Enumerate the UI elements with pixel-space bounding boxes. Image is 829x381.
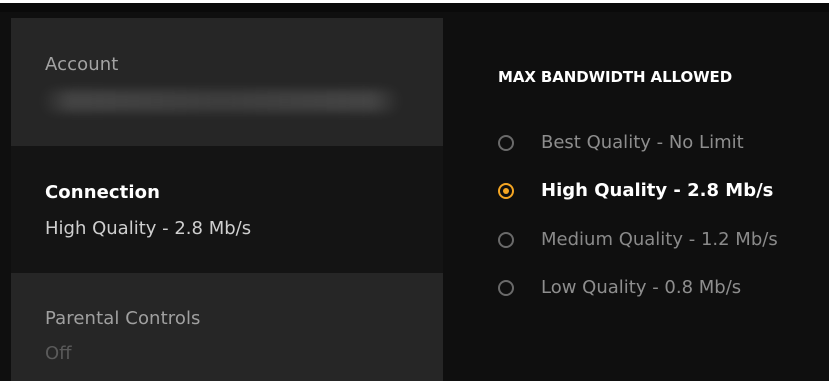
sidebar-item-label: Connection — [45, 182, 161, 203]
sidebar-item-label: Parental Controls — [45, 308, 201, 329]
sidebar-item-account[interactable]: Account — [11, 18, 443, 146]
radio-button-icon[interactable] — [498, 232, 514, 248]
sidebar-item-connection[interactable]: Connection High Quality - 2.8 Mb/s — [11, 146, 443, 273]
settings-sidebar: Account Connection High Quality - 2.8 Mb… — [11, 18, 443, 381]
radio-button-selected-icon[interactable] — [498, 183, 514, 199]
bandwidth-panel: MAX BANDWIDTH ALLOWED Best Quality - No … — [443, 18, 829, 381]
top-bar — [0, 0, 829, 12]
radio-option-high-quality[interactable]: High Quality - 2.8 Mb/s — [498, 180, 828, 206]
sidebar-item-label: Account — [45, 54, 119, 75]
radio-option-label: High Quality - 2.8 Mb/s — [541, 180, 774, 201]
radio-option-label: Low Quality - 0.8 Mb/s — [541, 277, 742, 298]
radio-button-icon[interactable] — [498, 280, 514, 296]
panel-heading: MAX BANDWIDTH ALLOWED — [498, 68, 733, 86]
sidebar-item-parental-controls[interactable]: Parental Controls Off — [11, 273, 443, 381]
account-email-blurred — [41, 90, 401, 112]
sidebar-item-value: Off — [45, 343, 72, 364]
radio-button-icon[interactable] — [498, 135, 514, 151]
radio-option-best-quality[interactable]: Best Quality - No Limit — [498, 132, 828, 158]
radio-option-low-quality[interactable]: Low Quality - 0.8 Mb/s — [498, 277, 828, 303]
sidebar-item-value: High Quality - 2.8 Mb/s — [45, 218, 252, 239]
radio-option-label: Best Quality - No Limit — [541, 132, 744, 153]
settings-window: Account Connection High Quality - 2.8 Mb… — [0, 0, 829, 381]
radio-option-medium-quality[interactable]: Medium Quality - 1.2 Mb/s — [498, 229, 828, 255]
radio-option-label: Medium Quality - 1.2 Mb/s — [541, 229, 778, 250]
